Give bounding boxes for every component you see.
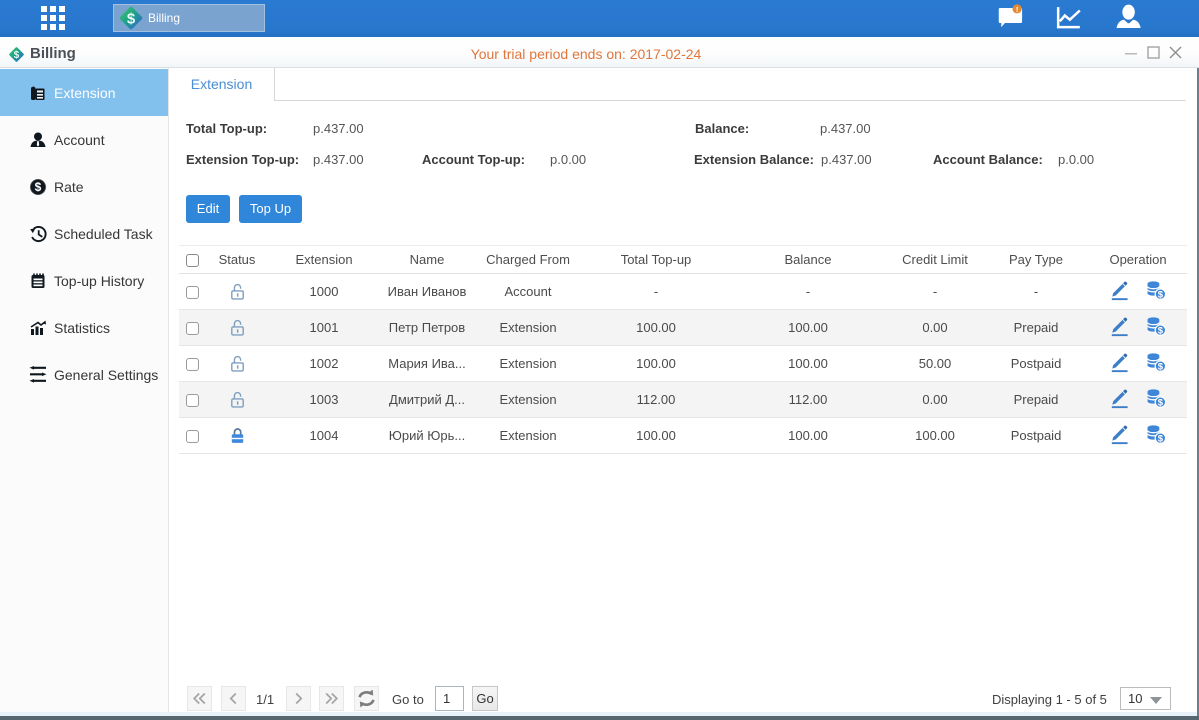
svg-text:!: ! <box>1016 5 1019 14</box>
svg-text:$: $ <box>1158 361 1164 372</box>
svg-text:$: $ <box>1158 433 1164 444</box>
svg-text:$: $ <box>1158 397 1164 408</box>
svg-text:$: $ <box>127 11 136 28</box>
svg-text:$: $ <box>1158 325 1164 336</box>
svg-text:$: $ <box>1158 289 1164 300</box>
svg-text:$: $ <box>35 180 42 194</box>
